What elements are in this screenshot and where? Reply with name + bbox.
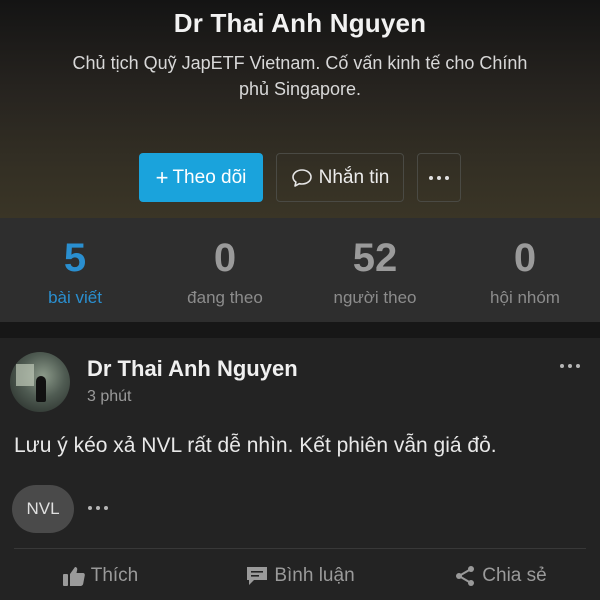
section-divider <box>0 322 600 338</box>
more-dots-icon <box>429 175 449 180</box>
post-author[interactable]: Dr Thai Anh Nguyen <box>87 356 298 382</box>
stat-followers[interactable]: 52 người theo <box>300 218 450 322</box>
comment-label: Bình luận <box>274 565 355 586</box>
more-dots-icon <box>88 506 108 510</box>
avatar[interactable] <box>10 352 70 412</box>
profile-header: Dr Thai Anh Nguyen Chủ tịch Quỹ JapETF V… <box>0 0 600 218</box>
stat-label: hội nhóm <box>490 288 560 307</box>
share-button[interactable]: Chia sẻ <box>400 552 600 600</box>
stats-bar: 5 bài viết 0 đang theo 52 người theo 0 h… <box>0 218 600 322</box>
stat-posts[interactable]: 5 bài viết <box>0 218 150 322</box>
like-button[interactable]: Thích <box>0 552 200 600</box>
stock-tag[interactable]: NVL <box>12 485 74 533</box>
follow-label: Theo dõi <box>172 166 247 188</box>
action-divider <box>14 548 586 549</box>
post-card: Dr Thai Anh Nguyen 3 phút Lưu ý kéo xả N… <box>0 338 600 600</box>
message-label: Nhắn tin <box>318 166 390 188</box>
post-menu-button[interactable] <box>560 364 580 368</box>
stat-value: 52 <box>352 236 398 280</box>
chat-bubble-icon <box>291 168 312 187</box>
plus-icon: + <box>155 164 169 190</box>
stat-label: người theo <box>333 288 417 307</box>
post-text: Lưu ý kéo xả NVL rất dễ nhìn. Kết phiên … <box>14 434 497 457</box>
post-timestamp: 3 phút <box>87 388 132 405</box>
comment-button[interactable]: Bình luận <box>200 552 400 600</box>
post-actions: Thích Bình luận Chia sẻ <box>0 552 600 600</box>
stat-label: bài viết <box>48 288 102 307</box>
tag-more-button[interactable] <box>88 506 108 510</box>
stat-value: 0 <box>213 236 237 280</box>
message-button[interactable]: Nhắn tin <box>276 153 404 202</box>
stat-following[interactable]: 0 đang theo <box>150 218 300 322</box>
share-icon <box>456 566 475 586</box>
follow-button[interactable]: + Theo dõi <box>139 153 263 202</box>
thumbs-up-icon <box>62 567 85 586</box>
more-dots-icon <box>560 364 580 368</box>
stat-groups[interactable]: 0 hội nhóm <box>450 218 600 322</box>
stat-value: 0 <box>513 236 537 280</box>
profile-name: Dr Thai Anh Nguyen <box>173 8 427 38</box>
stat-value: 5 <box>63 236 87 280</box>
comment-icon <box>247 567 268 585</box>
like-label: Thích <box>90 565 139 586</box>
profile-bio: Chủ tịch Quỹ JapETF Vietnam. Cố vấn kinh… <box>72 53 528 99</box>
stat-label: đang theo <box>187 288 263 307</box>
more-options-button[interactable] <box>417 153 461 202</box>
share-label: Chia sẻ <box>482 565 547 586</box>
